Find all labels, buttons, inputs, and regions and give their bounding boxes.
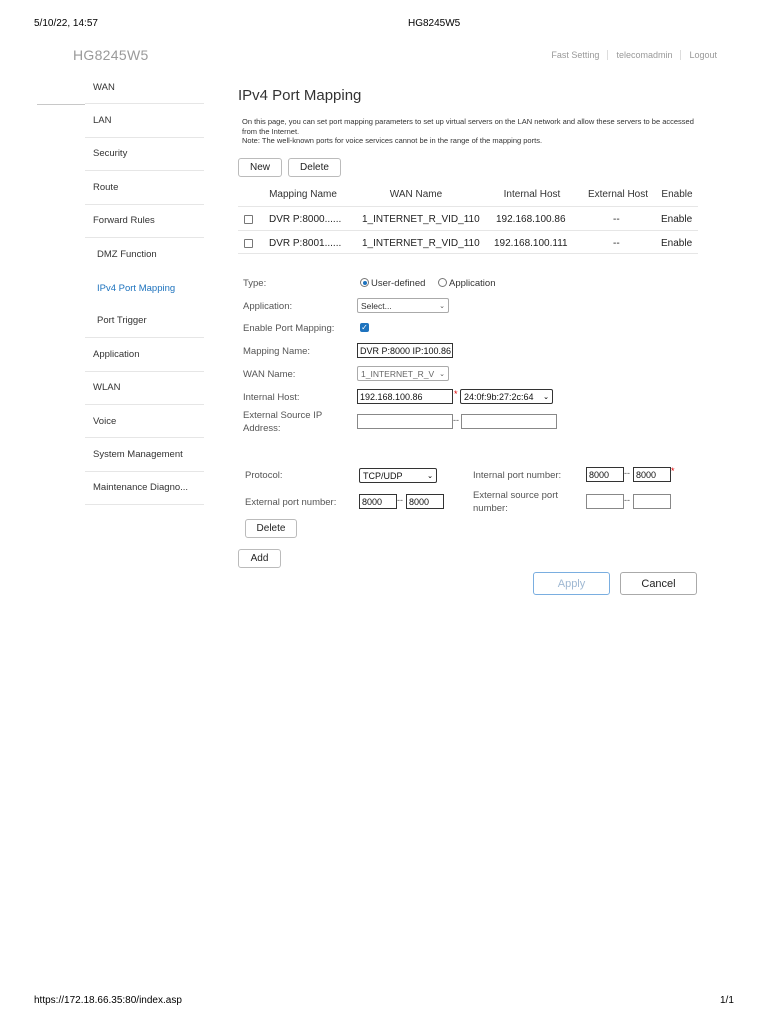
- sidebar-item-application[interactable]: Application: [85, 338, 204, 372]
- nav-active-indicator: [37, 104, 85, 105]
- mapping-name-label: Mapping Name:: [243, 346, 311, 357]
- application-label: Application:: [243, 301, 293, 312]
- col-mapping-name: Mapping Name: [269, 189, 337, 200]
- wan-name-select-value: 1_INTERNET_R_V: [361, 368, 435, 379]
- protocol-label: Protocol:: [245, 470, 283, 481]
- type-user-defined-radio[interactable]: [360, 278, 369, 287]
- row-external-host: --: [613, 214, 620, 225]
- application-select[interactable]: Select... ⌄: [357, 298, 449, 313]
- protocol-select[interactable]: TCP/UDP ⌄: [359, 468, 437, 483]
- required-mark: *: [454, 389, 458, 399]
- print-page-number: 1/1: [720, 995, 734, 1006]
- delete-button[interactable]: Delete: [288, 158, 341, 177]
- range-dash: --: [624, 495, 630, 505]
- user-link[interactable]: telecomadmin: [607, 50, 680, 60]
- print-datetime: 5/10/22, 14:57: [34, 18, 98, 29]
- sidebar-item-route[interactable]: Route: [85, 171, 204, 205]
- sidebar-item-wan[interactable]: WAN: [85, 71, 204, 105]
- col-enable: Enable: [661, 189, 693, 200]
- mapping-name-input[interactable]: DVR P:8000 IP:100.86: [357, 343, 453, 358]
- range-dash: --: [453, 415, 459, 425]
- row-internal-host: 192.168.100.111: [494, 238, 568, 249]
- row-wan-name: 1_INTERNET_R_VID_110: [362, 214, 480, 225]
- external-port-label: External port number:: [245, 497, 337, 508]
- row-checkbox[interactable]: [244, 215, 253, 224]
- type-application-radio[interactable]: [438, 278, 447, 287]
- sidebar-item-lan[interactable]: LAN: [85, 104, 204, 138]
- sidebar-item-system-management[interactable]: System Management: [85, 438, 204, 472]
- add-button[interactable]: Add: [238, 549, 281, 568]
- sidebar-item-dmz-function[interactable]: DMZ Function: [85, 238, 204, 271]
- page-description: On this page, you can set port mapping p…: [242, 117, 700, 146]
- chevron-down-icon: ⌄: [427, 472, 433, 480]
- internal-port-end-input[interactable]: 8000: [633, 467, 671, 482]
- table-row[interactable]: DVR P:8001...... 1_INTERNET_R_VID_110 19…: [238, 230, 698, 254]
- fast-setting-link[interactable]: Fast Setting: [543, 50, 607, 60]
- internal-host-label: Internal Host:: [243, 392, 300, 403]
- protocol-select-value: TCP/UDP: [363, 470, 403, 481]
- range-dash: --: [624, 468, 630, 478]
- sidebar-item-forward-rules[interactable]: Forward Rules: [85, 205, 204, 238]
- row-internal-host: 192.168.100.86: [496, 214, 566, 225]
- sidebar-item-wlan[interactable]: WLAN: [85, 372, 204, 405]
- col-external-host: External Host: [587, 189, 649, 200]
- row-mapping-name: DVR P:8000......: [269, 214, 342, 225]
- type-user-defined-label[interactable]: User-defined: [371, 277, 425, 290]
- wan-name-select[interactable]: 1_INTERNET_R_V ⌄: [357, 366, 449, 381]
- range-dash: --: [397, 495, 403, 505]
- required-mark: *: [671, 466, 675, 476]
- row-checkbox[interactable]: [244, 239, 253, 248]
- internal-host-input[interactable]: 192.168.100.86: [357, 389, 453, 404]
- sidebar-item-maintenance-diagnosis[interactable]: Maintenance Diagno...: [85, 472, 204, 506]
- row-mapping-name: DVR P:8001......: [269, 238, 342, 249]
- external-port-start-input[interactable]: 8000: [359, 494, 397, 509]
- type-label: Type:: [243, 278, 267, 289]
- print-url: https://172.18.66.35:80/index.asp: [34, 995, 182, 1006]
- external-port-end-input[interactable]: 8000: [406, 494, 444, 509]
- col-internal-host: Internal Host: [503, 189, 561, 200]
- top-links: Fast Setting telecomadmin Logout: [543, 50, 725, 60]
- enable-port-mapping-label: Enable Port Mapping:: [243, 323, 335, 334]
- wan-name-label: WAN Name:: [243, 369, 296, 380]
- mac-select-value: 24:0f:9b:27:2c:64: [464, 391, 534, 402]
- external-source-ip-end-input[interactable]: [461, 414, 557, 429]
- row-external-host: --: [613, 238, 620, 249]
- description-note: Note: The well-known ports for voice ser…: [242, 136, 543, 145]
- application-select-value: Select...: [361, 300, 392, 311]
- external-source-ip-start-input[interactable]: [357, 414, 453, 429]
- row-enable: Enable: [661, 214, 693, 225]
- chevron-down-icon: ⌄: [543, 393, 549, 401]
- description-text: On this page, you can set port mapping p…: [242, 117, 694, 136]
- external-source-port-label: External source port number:: [473, 490, 559, 514]
- chevron-down-icon: ⌄: [439, 370, 445, 378]
- print-title: HG8245W5: [408, 18, 461, 29]
- enable-port-mapping-checkbox[interactable]: ✓: [360, 323, 369, 332]
- type-application-label[interactable]: Application: [449, 277, 495, 290]
- delete-port-button[interactable]: Delete: [245, 519, 297, 538]
- sidebar-item-ipv4-port-mapping[interactable]: IPv4 Port Mapping: [85, 271, 204, 304]
- internal-port-label: Internal port number:: [473, 470, 562, 481]
- page-title: IPv4 Port Mapping: [238, 87, 362, 104]
- sidebar-item-security[interactable]: Security: [85, 138, 204, 172]
- new-button[interactable]: New: [238, 158, 282, 177]
- apply-button[interactable]: Apply: [533, 572, 610, 595]
- sidebar-item-port-trigger[interactable]: Port Trigger: [85, 305, 204, 339]
- row-wan-name: 1_INTERNET_R_VID_110: [362, 238, 480, 249]
- external-source-ip-label: External Source IP Address:: [243, 410, 323, 434]
- external-source-port-end-input[interactable]: [633, 494, 671, 509]
- logout-link[interactable]: Logout: [680, 50, 725, 60]
- device-brand: HG8245W5: [73, 47, 149, 63]
- sidebar-item-voice[interactable]: Voice: [85, 405, 204, 439]
- internal-port-start-input[interactable]: 8000: [586, 467, 624, 482]
- external-source-port-start-input[interactable]: [586, 494, 624, 509]
- chevron-down-icon: ⌄: [439, 302, 445, 310]
- col-wan-name: WAN Name: [389, 189, 443, 200]
- mac-select[interactable]: 24:0f:9b:27:2c:64 ⌄: [460, 389, 553, 404]
- cancel-button[interactable]: Cancel: [620, 572, 697, 595]
- row-enable: Enable: [661, 238, 693, 249]
- sidebar: WAN LAN Security Route Forward Rules DMZ…: [85, 71, 204, 506]
- table-row[interactable]: DVR P:8000...... 1_INTERNET_R_VID_110 19…: [238, 206, 698, 230]
